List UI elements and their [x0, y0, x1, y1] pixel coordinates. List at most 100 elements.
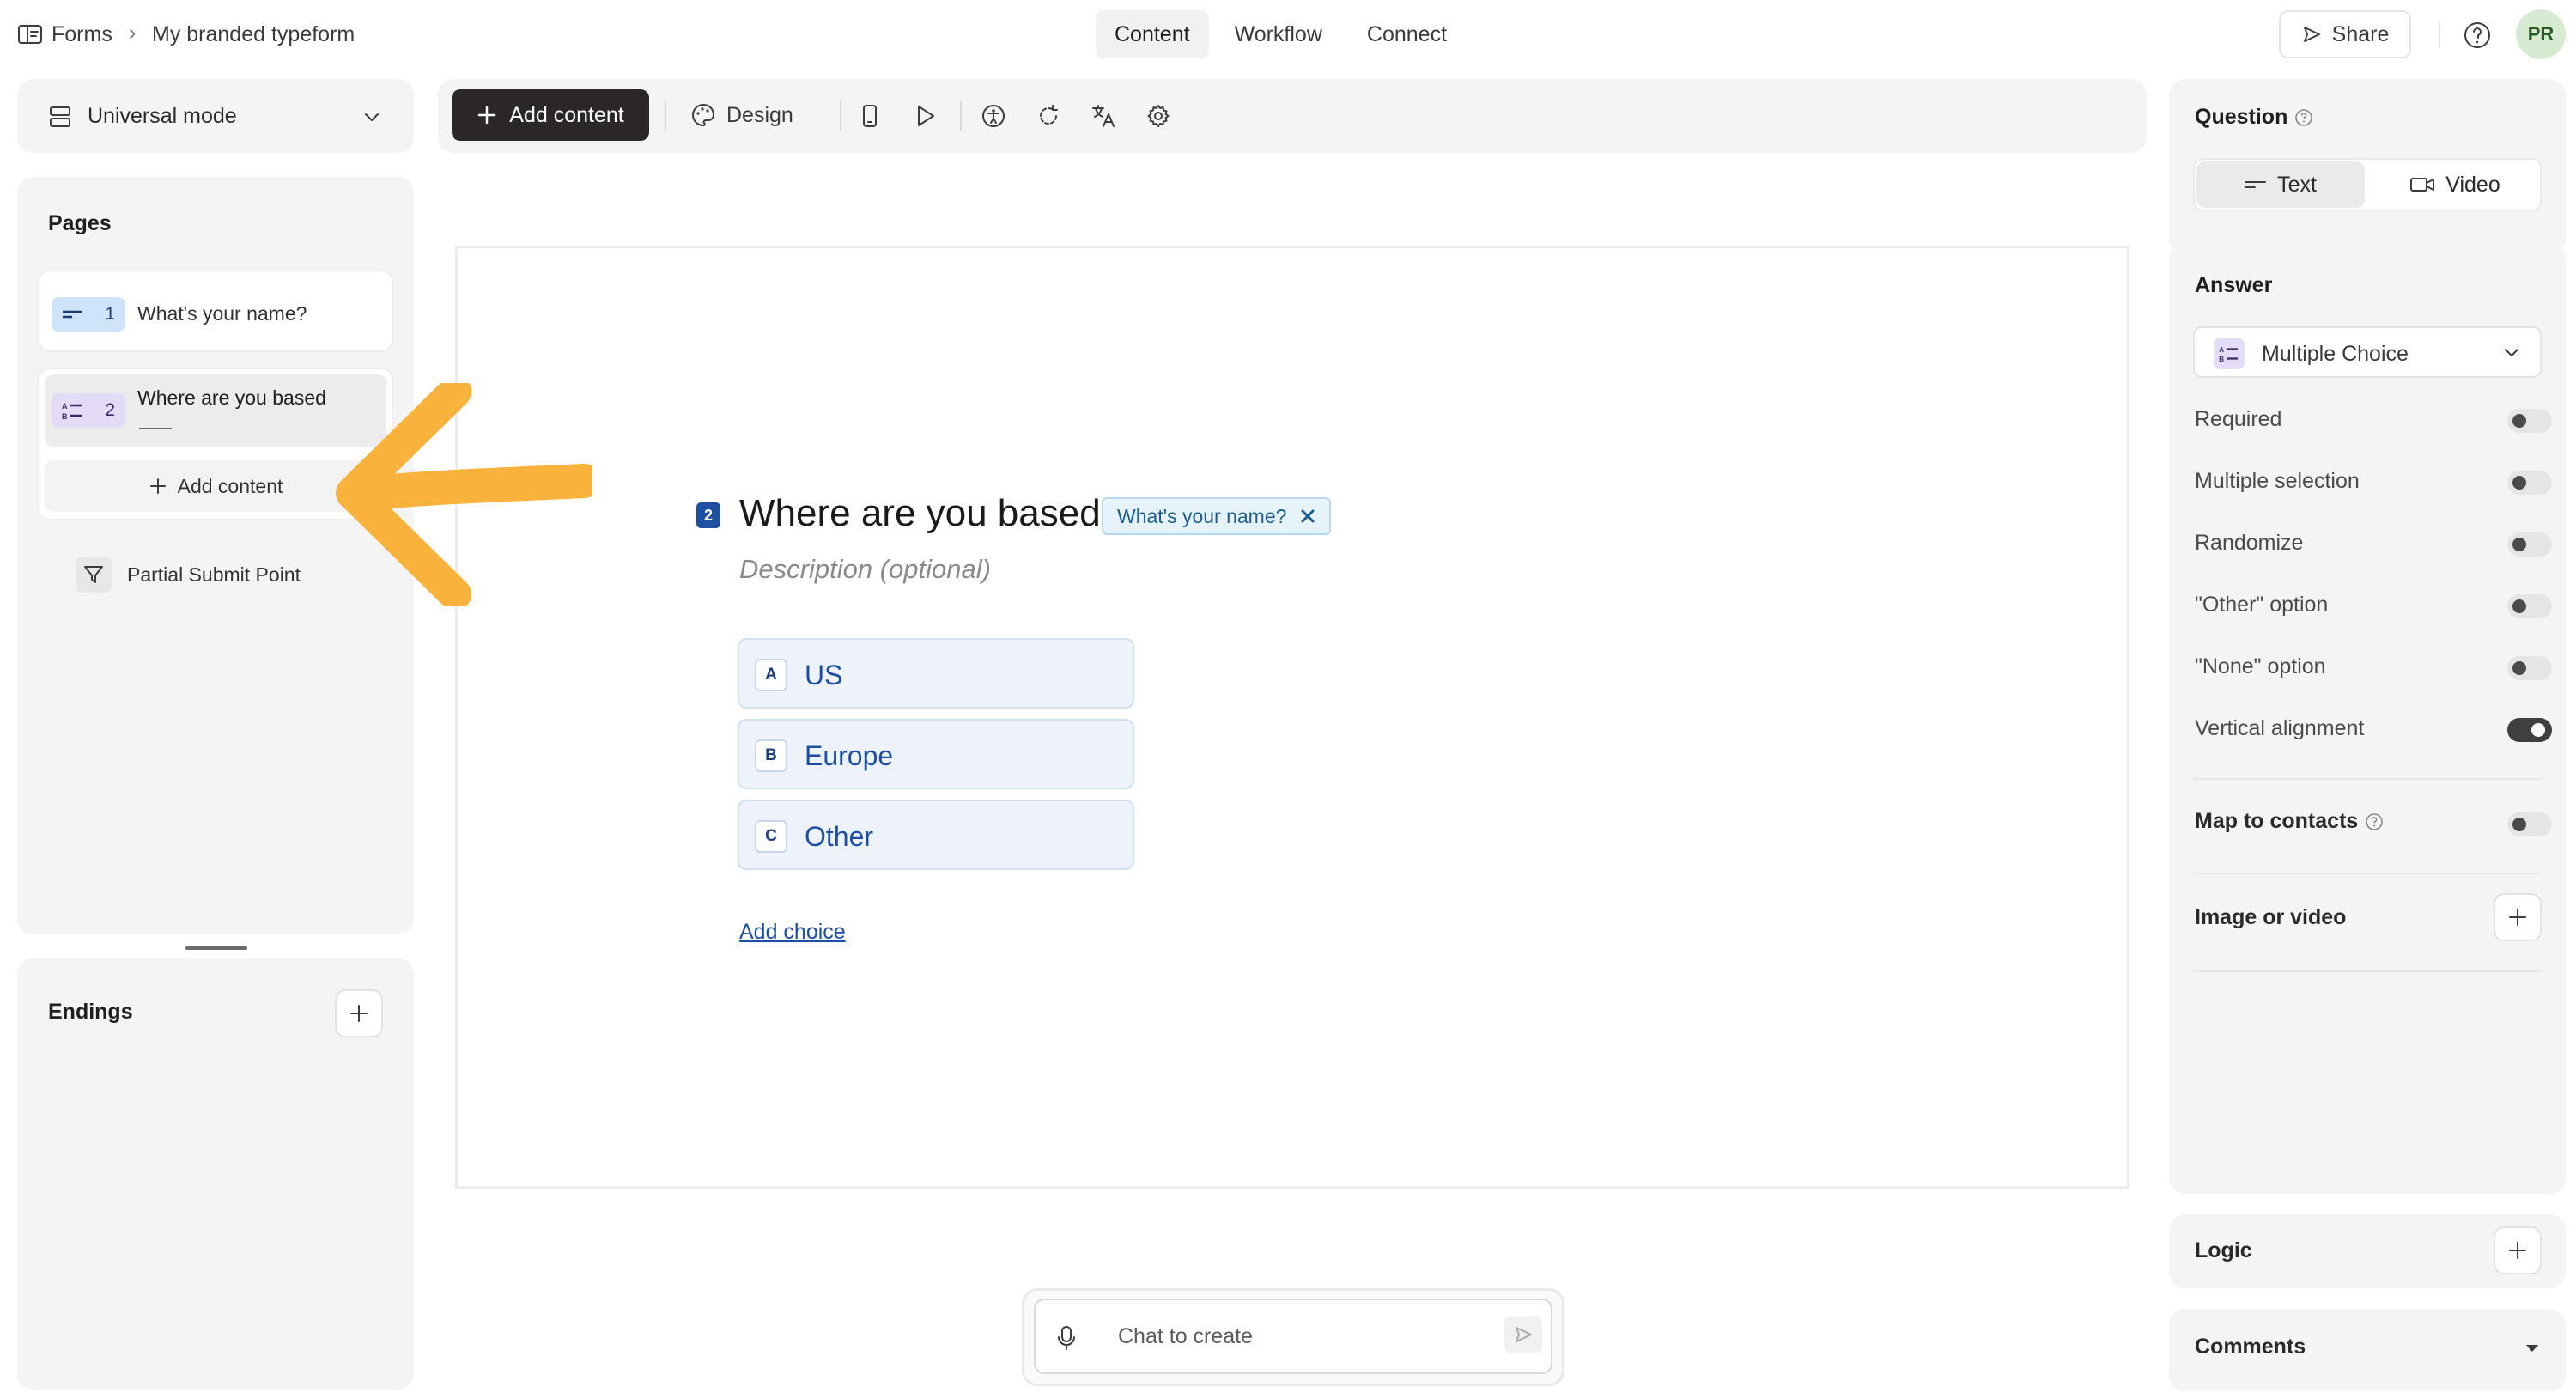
logic-label: Logic: [2195, 1238, 2252, 1262]
mobile-preview-icon[interactable]: [857, 103, 883, 129]
add-media-button[interactable]: [2494, 893, 2542, 941]
tab-content[interactable]: Content: [1096, 10, 1209, 58]
chevron-down-icon: [2500, 342, 2523, 364]
divider: [665, 101, 666, 131]
image-video-label: Image or video: [2195, 905, 2347, 929]
randomize-toggle[interactable]: [2507, 532, 2552, 557]
layers-icon: [48, 105, 72, 129]
video-icon: [2409, 175, 2435, 194]
add-content-button[interactable]: Add content: [452, 89, 649, 141]
mode-select[interactable]: Universal mode: [17, 79, 414, 153]
plus-icon: [149, 477, 167, 496]
svg-text:B: B: [2219, 356, 2224, 363]
setting-label: Randomize: [2195, 531, 2304, 555]
question-number-badge: 2: [696, 502, 720, 528]
question-canvas: 2 Where are you based What's your name? …: [455, 246, 2129, 1189]
add-content-label: Add content: [509, 102, 624, 127]
answer-title: Answer: [2195, 273, 2273, 297]
loop-icon[interactable]: [1036, 103, 1061, 129]
chat-placeholder: Chat to create: [1118, 1324, 1254, 1348]
pages-title: Pages: [48, 211, 112, 235]
multiple-selection-toggle[interactable]: [2507, 471, 2552, 495]
map-contacts-label: Map to contacts: [2195, 809, 2359, 833]
map-contacts-heading: Map to contacts: [2195, 809, 2384, 834]
choice-option[interactable]: B Europe: [738, 719, 1134, 789]
tab-video[interactable]: Video: [2370, 161, 2540, 208]
none-option-toggle[interactable]: [2507, 656, 2552, 680]
answer-type-select[interactable]: AB Multiple Choice: [2193, 326, 2542, 378]
tab-text[interactable]: Text: [2196, 161, 2365, 208]
map-contacts-toggle[interactable]: [2507, 812, 2552, 836]
add-ending-button[interactable]: [335, 989, 383, 1037]
caret-down-icon[interactable]: [2524, 1343, 2540, 1353]
answer-panel: Answer AB Multiple Choice Required Multi…: [2169, 244, 2566, 1194]
divider: [960, 101, 962, 131]
choice-key: B: [755, 739, 787, 772]
comments-label: Comments: [2195, 1335, 2306, 1359]
plus-icon: [2507, 1240, 2528, 1261]
funnel-icon: [76, 557, 112, 593]
choice-label: Other: [805, 821, 874, 852]
svg-text:B: B: [62, 412, 68, 421]
add-logic-button[interactable]: [2494, 1226, 2542, 1274]
title-underline: [139, 428, 172, 429]
divider: [2439, 22, 2440, 48]
divider: [840, 101, 841, 131]
page-title: What's your name?: [137, 302, 307, 325]
logic-panel[interactable]: Logic: [2169, 1214, 2566, 1288]
vertical-alignment-toggle[interactable]: [2507, 718, 2552, 742]
tab-text-label: Text: [2277, 172, 2317, 197]
other-option-toggle[interactable]: [2507, 594, 2552, 618]
design-label: Design: [726, 102, 793, 127]
microphone-icon[interactable]: [1054, 1324, 1078, 1352]
choice-option[interactable]: A US: [738, 638, 1134, 709]
resize-handle[interactable]: [185, 946, 247, 950]
play-icon[interactable]: [912, 103, 938, 129]
page-title: Where are you based: [137, 386, 326, 409]
settings-icon[interactable]: [1145, 103, 1171, 129]
accessibility-icon[interactable]: [981, 103, 1006, 129]
required-toggle[interactable]: [2507, 409, 2552, 433]
help-icon[interactable]: [2463, 21, 2492, 50]
question-heading: Question: [2195, 105, 2313, 130]
recall-tag[interactable]: What's your name?: [1102, 497, 1332, 535]
endings-title: Endings: [48, 1000, 133, 1024]
translate-icon[interactable]: [1091, 103, 1116, 129]
add-content-label: Add content: [177, 474, 283, 497]
chat-input[interactable]: Chat to create: [1034, 1299, 1552, 1374]
short-text-icon: [62, 308, 84, 320]
design-button[interactable]: Design: [690, 94, 793, 136]
share-label: Share: [2331, 21, 2390, 46]
setting-label: "Other" option: [2195, 593, 2329, 617]
choice-option[interactable]: C Other: [738, 800, 1134, 870]
breadcrumb-forms[interactable]: Forms: [52, 22, 112, 47]
description-input[interactable]: Description (optional): [739, 554, 991, 585]
info-icon[interactable]: [2365, 812, 2384, 831]
close-icon[interactable]: [1300, 508, 1315, 524]
info-icon[interactable]: [2294, 108, 2313, 127]
tab-workflow[interactable]: Workflow: [1216, 10, 1341, 58]
plus-icon: [349, 1003, 369, 1024]
endings-panel: Endings: [17, 958, 414, 1390]
choice-key: A: [755, 659, 787, 691]
editor-toolbar: Add content Design: [438, 79, 2147, 153]
share-button[interactable]: Share: [2279, 10, 2411, 58]
setting-label: Multiple selection: [2195, 469, 2360, 493]
form-title[interactable]: My branded typeform: [152, 22, 355, 47]
add-choice-link[interactable]: Add choice: [739, 920, 846, 945]
question-title[interactable]: Where are you based: [739, 492, 1101, 535]
tab-connect[interactable]: Connect: [1348, 10, 1466, 58]
avatar[interactable]: PR: [2516, 9, 2566, 59]
mode-label: Universal mode: [88, 104, 237, 128]
comments-panel[interactable]: Comments: [2169, 1309, 2566, 1391]
choice-key: C: [755, 820, 787, 853]
setting-label: Required: [2195, 407, 2282, 431]
page-item[interactable]: 1 What's your name?: [38, 270, 393, 352]
plus-icon: [2507, 907, 2528, 928]
page-number: 1: [105, 304, 115, 324]
send-button[interactable]: [1504, 1316, 1542, 1353]
annotation-arrow: [326, 383, 592, 606]
question-panel-title: Question: [2195, 105, 2288, 129]
multiple-choice-icon: AB: [2214, 338, 2245, 369]
forms-icon[interactable]: [17, 23, 43, 46]
